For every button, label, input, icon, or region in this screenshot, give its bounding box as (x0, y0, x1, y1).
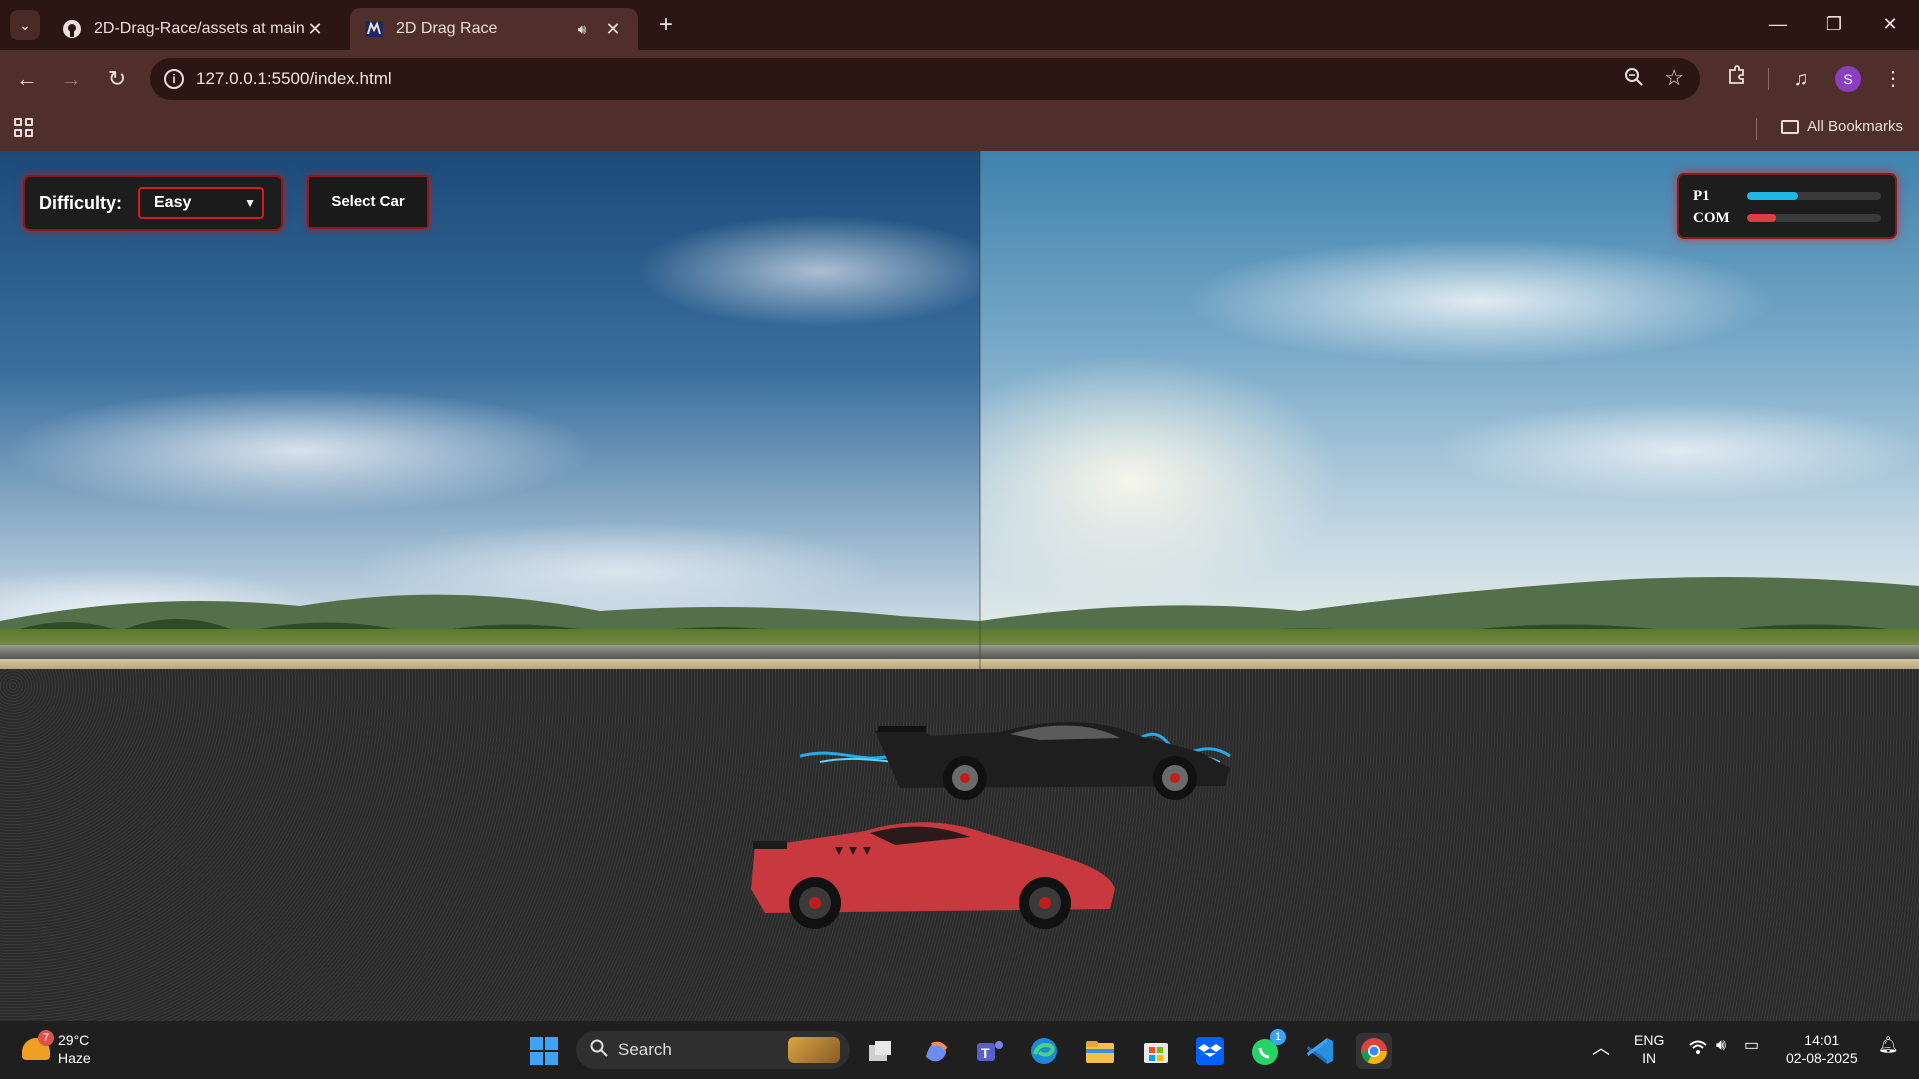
speaker-icon[interactable]: 🔊︎ (570, 21, 594, 38)
profile-avatar[interactable]: S (1835, 66, 1861, 92)
tab-strip: ⌄ 2D-Drag-Race/assets at main · s ✕ 2D D… (0, 0, 1919, 50)
all-bookmarks-button[interactable]: All Bookmarks (1781, 118, 1903, 135)
show-hidden-icons-icon[interactable]: ︿ (1592, 1039, 1610, 1057)
progress-row-p1: P1 (1693, 185, 1881, 207)
difficulty-select[interactable]: Easy ▼ (138, 187, 264, 219)
track-curb (0, 659, 1919, 669)
tab-search-button[interactable]: ⌄ (10, 10, 40, 40)
task-view-icon[interactable] (862, 1033, 898, 1069)
menu-kebab-icon[interactable]: ⋮ (1878, 64, 1908, 94)
github-icon (62, 19, 82, 39)
race-progress-panel: P1 COM (1677, 173, 1897, 239)
forward-icon[interactable]: → (56, 64, 86, 94)
progress-row-com: COM (1693, 207, 1881, 229)
clock[interactable]: 14:01 02-08-2025 (1786, 1031, 1858, 1067)
background-seam (979, 151, 981, 711)
opponent-car-black (800, 721, 1231, 800)
track-barrier (0, 645, 1919, 659)
language-line1: ENG (1634, 1032, 1665, 1048)
taskbar-search[interactable]: Search (576, 1031, 850, 1069)
language-line2: IN (1642, 1050, 1657, 1066)
weather-badge: 7 (38, 1030, 54, 1046)
apps-grid-icon[interactable] (14, 118, 34, 138)
tab-2d-drag-race[interactable]: 2D Drag Race 🔊︎ ✕ (350, 8, 638, 50)
search-label: Search (618, 1040, 672, 1059)
bookmarks-divider (1756, 118, 1757, 140)
tab-title: 2D Drag Race (396, 20, 498, 37)
weather-widget[interactable]: 7 29°C Haze (22, 1030, 91, 1067)
notification-bell-icon[interactable]: 🔔︎ (1878, 1037, 1898, 1055)
media-controls-icon[interactable]: ♫ (1786, 64, 1816, 94)
close-tab-icon[interactable]: ✕ (304, 19, 326, 40)
site-info-icon[interactable]: i (164, 69, 184, 89)
file-explorer-icon[interactable] (1082, 1033, 1118, 1069)
tab-github-assets[interactable]: 2D-Drag-Race/assets at main · s ✕ (48, 8, 340, 50)
all-bookmarks-label: All Bookmarks (1807, 118, 1903, 135)
close-window-icon[interactable]: ✕ (1870, 8, 1910, 40)
clock-time: 14:01 (1804, 1032, 1840, 1048)
tab-title: 2D-Drag-Race/assets at main · s (94, 20, 304, 37)
search-icon (590, 1039, 608, 1062)
bookmarks-bar: All Bookmarks (0, 108, 1919, 151)
zoom-icon[interactable] (1624, 67, 1644, 93)
weather-condition: Haze (58, 1050, 91, 1066)
url-text[interactable]: 127.0.0.1:5500/index.html (196, 69, 392, 89)
progress-label: P1 (1693, 187, 1710, 204)
vscode-icon[interactable] (1302, 1033, 1338, 1069)
temperature: 29°C (58, 1032, 90, 1048)
close-tab-icon[interactable]: ✕ (602, 19, 624, 40)
game-canvas[interactable]: Difficulty: Easy ▼ Select Car P1 COM (0, 151, 1919, 1021)
progress-track (1747, 192, 1881, 200)
minimize-icon[interactable]: — (1758, 8, 1798, 40)
difficulty-panel: Difficulty: Easy ▼ (23, 175, 283, 231)
progress-fill-p1 (1747, 192, 1798, 200)
new-tab-button[interactable]: + (652, 12, 680, 40)
player-car-red (751, 822, 1115, 929)
copilot-icon[interactable] (918, 1033, 954, 1069)
chrome-icon[interactable] (1356, 1033, 1392, 1069)
select-car-button[interactable]: Select Car (307, 175, 429, 229)
toolbar-divider (1768, 68, 1769, 90)
reload-icon[interactable]: ↻ (102, 64, 132, 94)
bookmark-star-icon[interactable]: ☆ (1664, 65, 1684, 91)
language-indicator[interactable]: ENG IN (1634, 1031, 1664, 1067)
microsoft-store-icon[interactable] (1138, 1033, 1174, 1069)
progress-track (1747, 214, 1881, 222)
volume-icon[interactable]: 🔊︎ (1716, 1037, 1726, 1055)
progress-label: COM (1693, 209, 1730, 226)
edge-icon[interactable] (1026, 1033, 1062, 1069)
extensions-icon[interactable] (1722, 64, 1752, 94)
search-highlight-icon (788, 1037, 840, 1063)
weather-icon: 7 (22, 1030, 54, 1060)
browser-toolbar: ← → ↻ i 127.0.0.1:5500/index.html ☆ ♫ S … (0, 50, 1919, 108)
folder-icon (1781, 119, 1800, 134)
difficulty-value: Easy (154, 194, 192, 211)
wifi-icon[interactable] (1688, 1039, 1708, 1059)
difficulty-label: Difficulty: (39, 192, 122, 213)
windows-start-icon[interactable] (526, 1033, 562, 1069)
svg-text:T: T (981, 1045, 990, 1061)
dropbox-icon[interactable] (1192, 1033, 1228, 1069)
address-bar[interactable]: i 127.0.0.1:5500/index.html ☆ (150, 58, 1700, 100)
game-favicon-icon (364, 19, 384, 39)
whatsapp-icon[interactable]: 1 (1248, 1029, 1286, 1069)
restore-icon[interactable]: ❐ (1814, 8, 1854, 40)
battery-icon[interactable]: ▭ (1744, 1037, 1759, 1055)
chevron-down-icon: ▼ (244, 196, 256, 210)
windows-taskbar: 7 29°C Haze Search T 1 ︿ ENG IN 🔊︎ ▭ 14:… (0, 1021, 1919, 1079)
teams-icon[interactable]: T (972, 1033, 1008, 1069)
whatsapp-badge: 1 (1270, 1029, 1286, 1045)
progress-fill-com (1747, 214, 1777, 222)
clock-date: 02-08-2025 (1786, 1050, 1858, 1066)
back-icon[interactable]: ← (12, 64, 42, 94)
